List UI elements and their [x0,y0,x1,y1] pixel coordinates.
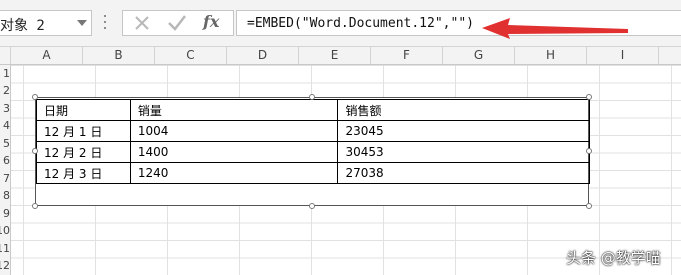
resize-handle-top-right[interactable] [586,94,592,100]
resize-handle-bottom-left[interactable] [32,203,38,209]
resize-handle-bottom[interactable] [309,203,315,209]
column-b-header[interactable]: B [83,47,155,64]
table-row: 12 月 3 日 1240 27038 [36,162,590,184]
row-header-10[interactable]: 10 [0,225,10,236]
table-cell: 1240 [129,162,339,184]
table-header-row: 日期 销量 销售额 [36,99,590,121]
row-header-1[interactable]: 1 [0,68,10,79]
row-header: 1 2 3 4 5 6 7 8 9 10 11 12 [0,65,11,275]
row-header-3[interactable]: 3 [0,103,10,114]
drag-handle-icon[interactable] [101,13,109,33]
row-header-7[interactable]: 7 [0,173,10,184]
row-header-2[interactable]: 2 [0,85,10,96]
embedded-word-object[interactable]: 日期 销量 销售额 12 月 1 日 1004 23045 12 月 2 日 1… [35,97,590,206]
watermark: 头条 @教学喵 [566,249,661,267]
annotation-arrow [482,18,628,39]
check-icon[interactable] [165,11,189,35]
table-cell: 30453 [337,141,590,163]
column-g-header[interactable]: G [443,47,515,64]
table-row: 12 月 1 日 1004 23045 [36,120,590,142]
table-cell: 12 月 2 日 [36,141,131,163]
header-cell: 销量 [129,99,339,121]
table-cell: 27038 [337,162,590,184]
resize-handle-left[interactable] [32,148,38,154]
column-c-header[interactable]: C [155,47,227,64]
resize-handle-right[interactable] [586,148,592,154]
insert-function-button[interactable]: fx [203,12,219,36]
table-row: 12 月 2 日 1400 30453 [36,141,590,163]
table-cell: 12 月 3 日 [36,162,131,184]
table-cell: 1400 [129,141,339,163]
column-d-header[interactable]: D [227,47,299,64]
formula-text: =EMBED("Word.Document.12","") [247,16,474,31]
x-icon[interactable] [131,11,153,35]
column-f-header[interactable]: F [371,47,443,64]
column-header: A B C D E F G H I [0,47,681,65]
row-header-4[interactable]: 4 [0,120,10,131]
row-header-8[interactable]: 8 [0,190,10,201]
row-header-5[interactable]: 5 [0,138,10,149]
column-i-header[interactable]: I [587,47,659,64]
resize-handle-top-left[interactable] [32,94,38,100]
table-cell: 1004 [129,120,339,142]
header-cell: 日期 [36,99,131,121]
table-cell: 23045 [337,120,590,142]
chevron-down-icon[interactable] [77,20,87,26]
resize-handle-bottom-right[interactable] [586,203,592,209]
name-box-value: 对象 2 [0,18,45,34]
header-cell: 销售额 [337,99,590,121]
column-e-header[interactable]: E [299,47,371,64]
row-header-11[interactable]: 11 [0,243,10,254]
table-cell: 12 月 1 日 [36,120,131,142]
column-a-header[interactable]: A [11,47,83,64]
resize-handle-top[interactable] [309,94,315,100]
row-header-12[interactable]: 12 [0,260,10,271]
name-box[interactable]: 对象 2 [0,10,92,36]
column-h-header[interactable]: H [515,47,587,64]
embedded-table: 日期 销量 销售额 12 月 1 日 1004 23045 12 月 2 日 1… [36,99,590,184]
formula-buttons: fx [122,10,234,36]
select-all-corner[interactable] [0,47,11,64]
row-header-6[interactable]: 6 [0,155,10,166]
row-header-9[interactable]: 9 [0,208,10,219]
